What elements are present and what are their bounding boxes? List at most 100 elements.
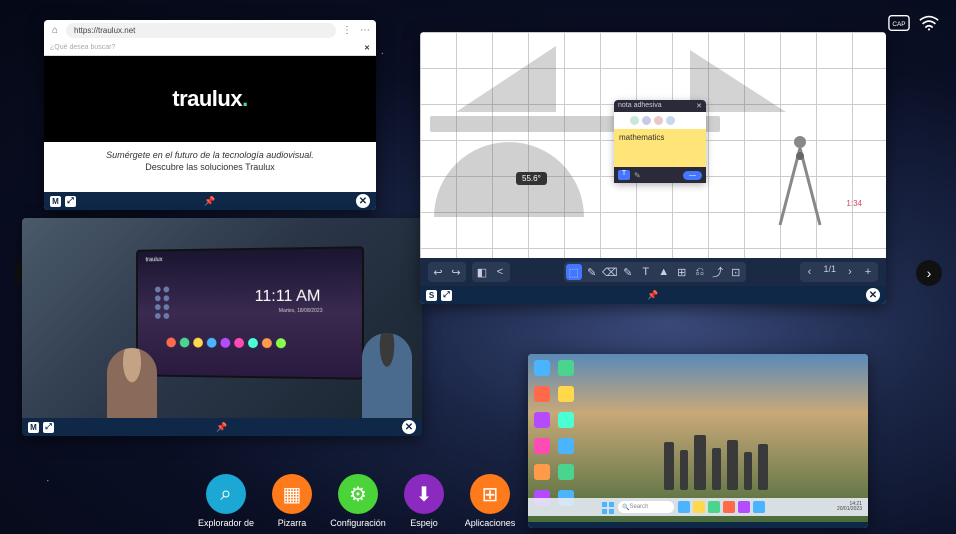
sticky-note[interactable]: nota adhesiva ✕ mathematics T ✎ — [614, 100, 706, 183]
taskbar-pinned[interactable] [678, 501, 765, 513]
select-tool[interactable]: ⬚ [566, 264, 582, 280]
menu-icon[interactable]: ⋮ [340, 23, 354, 37]
page-next-button[interactable]: › [842, 264, 858, 280]
carousel-next-button[interactable]: › [916, 260, 942, 286]
undo-button[interactable]: ↩ [430, 264, 446, 280]
pin-icon[interactable]: 📌 [204, 196, 215, 207]
desktop-icons[interactable] [534, 360, 574, 506]
grid-tool[interactable]: ⊞ [674, 264, 690, 280]
note-title: nota adhesiva [618, 102, 662, 110]
desktop-wallpaper[interactable]: 🔍 Search 14:21 20/01/2023 [528, 354, 868, 522]
note-text-tool[interactable]: T [618, 170, 630, 180]
window-close-button[interactable]: ✕ [866, 288, 880, 302]
taskbar-icon[interactable] [678, 501, 690, 513]
clock-date: Martes, 18/08/2023 [279, 308, 323, 314]
export-tool[interactable]: ⤴ [710, 264, 726, 280]
taskbar-clock[interactable]: 14:21 20/01/2023 [837, 502, 862, 513]
taskbar-icon[interactable] [693, 501, 705, 513]
window-badge[interactable]: M [50, 196, 61, 207]
dock-item[interactable]: ▦Pizarra [266, 474, 318, 528]
app-row [166, 338, 286, 349]
browser-window[interactable]: ⌂ https://traulux.net ⋮ ⋯ ¿Qué desea bus… [44, 20, 376, 210]
page-indicator: 1/1 [820, 264, 841, 280]
desktop-icon[interactable] [534, 412, 550, 428]
layout-tool[interactable]: ⊡ [728, 264, 744, 280]
clock-time: 11:11 AM [255, 288, 321, 306]
window-footer: M ⤢ 📌 ✕ [22, 418, 422, 436]
app-dock: ⌕Explorador de ▦Pizarra ⚙Configuración ⬇Esp… [200, 474, 516, 528]
taskbar-icon[interactable] [738, 501, 750, 513]
note-pen-tool[interactable]: ✎ [634, 171, 644, 179]
window-close-button[interactable]: ✕ [402, 420, 416, 434]
dock-item[interactable]: ⬇Espejo [398, 474, 450, 528]
whiteboard-window[interactable]: 55.6° 1:34 nota adhesiva ✕ mathematics T… [420, 32, 886, 304]
note-color-swatch[interactable] [654, 116, 663, 125]
wallpaper-stones [664, 430, 851, 490]
panel-button[interactable]: ◧ [474, 264, 490, 280]
dock-item[interactable]: ⌕Explorador de [200, 474, 252, 528]
redo-button[interactable]: ↪ [448, 264, 464, 280]
desktop-icon[interactable] [558, 386, 574, 402]
url-field[interactable]: https://traulux.net [66, 23, 336, 38]
set-square-1[interactable] [456, 46, 556, 112]
clear-tool[interactable]: ⎌ [692, 264, 708, 280]
window-footer: S ⤢ 📌 ✕ [420, 286, 886, 304]
windows-taskbar[interactable]: 🔍 Search 14:21 20/01/2023 [528, 498, 868, 516]
pin-icon[interactable]: 📌 [647, 290, 658, 301]
dock-item[interactable]: ⚙Configuración [332, 474, 384, 528]
close-icon[interactable]: ✕ [364, 44, 370, 52]
text-tool[interactable]: T [638, 264, 654, 280]
compass-tool[interactable] [760, 130, 840, 230]
more-icon[interactable]: ⋯ [358, 23, 372, 37]
dock-item[interactable]: ⊞Aplicaciones [464, 474, 516, 528]
note-close-icon[interactable]: ✕ [696, 102, 702, 110]
highlighter-tool[interactable]: ✎ [620, 264, 636, 280]
taskbar-icon[interactable] [753, 501, 765, 513]
wifi-icon [918, 14, 940, 37]
note-confirm-button[interactable]: — [683, 171, 702, 180]
window-expand-icon[interactable]: ⤢ [441, 290, 452, 301]
dock-label: Pizarra [278, 518, 307, 528]
desktop-icon[interactable] [534, 360, 550, 376]
home-icon[interactable]: ⌂ [48, 23, 62, 37]
shape-tool[interactable]: ▲ [656, 264, 672, 280]
taskbar-icon[interactable] [708, 501, 720, 513]
start-button[interactable] [602, 501, 614, 513]
desktop-icon[interactable] [558, 412, 574, 428]
note-header[interactable]: nota adhesiva ✕ [614, 100, 706, 112]
window-badge[interactable]: M [28, 422, 39, 433]
remote-desktop-window[interactable]: 🔍 Search 14:21 20/01/2023 [528, 354, 868, 528]
page-prev-button[interactable]: ‹ [802, 264, 818, 280]
tagline-2: Descubre las soluciones Traulux [54, 162, 366, 172]
note-color-swatch[interactable] [642, 116, 651, 125]
window-badge[interactable]: S [426, 290, 437, 301]
window-close-button[interactable]: ✕ [356, 194, 370, 208]
page-search-bar[interactable]: ¿Qué desea buscar? ✕ [44, 40, 376, 56]
desktop-icon[interactable] [534, 386, 550, 402]
dock-label: Explorador de [198, 518, 254, 528]
eraser-tool[interactable]: ⌫ [602, 264, 618, 280]
desktop-icon[interactable] [558, 360, 574, 376]
whiteboard-canvas[interactable]: 55.6° 1:34 nota adhesiva ✕ mathematics T… [420, 32, 886, 258]
address-bar: ⌂ https://traulux.net ⋮ ⋯ [44, 20, 376, 40]
note-color-swatch[interactable] [618, 116, 627, 125]
page-add-button[interactable]: + [860, 264, 876, 280]
pen-tool[interactable]: ✎ [584, 264, 600, 280]
desktop-icon[interactable] [558, 464, 574, 480]
display-demo-window[interactable]: traulux 11:11 AM Martes, 18/08/2023 M ⤢ … [22, 218, 422, 436]
desktop-icon[interactable] [534, 464, 550, 480]
protractor-tool[interactable] [434, 142, 584, 217]
note-color-picker[interactable] [614, 112, 706, 129]
note-color-swatch[interactable] [666, 116, 675, 125]
taskbar-search[interactable]: 🔍 Search [618, 501, 674, 513]
desktop-icon[interactable] [558, 438, 574, 454]
desktop-icon[interactable] [534, 438, 550, 454]
share-button[interactable]: < [492, 264, 508, 280]
svg-text:CAP: CAP [892, 21, 905, 28]
taskbar-icon[interactable] [723, 501, 735, 513]
window-expand-icon[interactable]: ⤢ [43, 422, 54, 433]
window-expand-icon[interactable]: ⤢ [65, 196, 76, 207]
pin-icon[interactable]: 📌 [216, 422, 227, 433]
note-body[interactable]: mathematics [614, 129, 706, 167]
note-color-swatch[interactable] [630, 116, 639, 125]
